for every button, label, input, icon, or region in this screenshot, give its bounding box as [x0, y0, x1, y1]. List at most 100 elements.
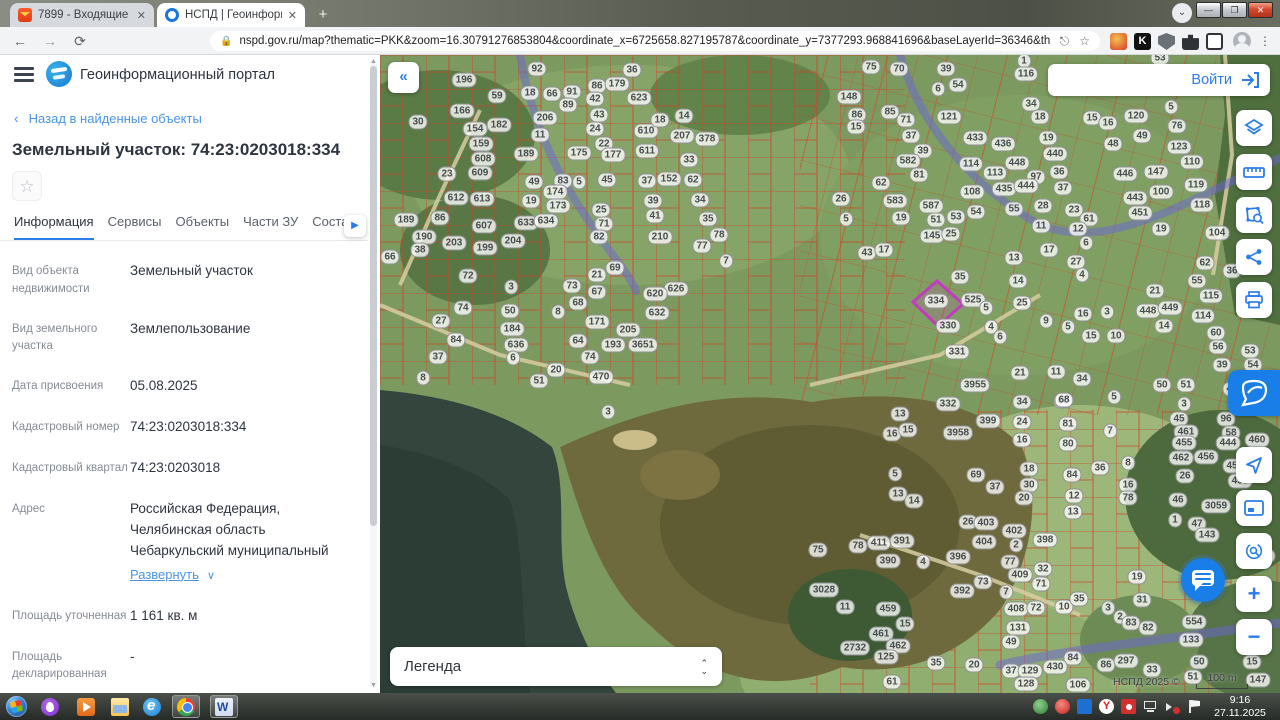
zoom-in-button[interactable]: + — [1236, 576, 1272, 612]
tab-информация[interactable]: Информация — [14, 214, 94, 240]
parcel-label[interactable]: 35 — [1069, 591, 1089, 607]
parcel-label[interactable]: 331 — [944, 344, 970, 360]
taskbar-clock[interactable]: 9:16 27.11.2025 — [1206, 694, 1274, 719]
parcel-label[interactable]: 6 — [506, 350, 520, 366]
parcel-label[interactable]: 152 — [656, 171, 682, 187]
parcel-label[interactable]: 634 — [533, 213, 559, 229]
scroll-down-icon[interactable]: ▼ — [370, 682, 377, 689]
window-close-button[interactable]: ✕ — [1248, 2, 1273, 18]
favorite-star-button[interactable]: ☆ — [12, 171, 42, 201]
parcel-label[interactable]: 19 — [1151, 221, 1171, 237]
parcel-label[interactable]: 74 — [580, 349, 600, 365]
parcel-label[interactable]: 2 — [1009, 537, 1023, 553]
parcel-label[interactable]: 433 — [962, 130, 988, 146]
parcel-label[interactable]: 19 — [891, 210, 911, 226]
parcel-label[interactable]: 166 — [449, 103, 475, 119]
parcel-label[interactable]: 13 — [1063, 504, 1083, 520]
parcel-label[interactable]: 5 — [1061, 319, 1075, 335]
tray-icon-network[interactable] — [1143, 699, 1158, 714]
parcel-label[interactable]: 7 — [1103, 423, 1117, 439]
parcel-label[interactable]: 9 — [1039, 313, 1053, 329]
parcel-label[interactable]: 82 — [1138, 620, 1158, 636]
parcel-label[interactable]: 55 — [1004, 201, 1024, 217]
share-icon[interactable]: ⎋ — [1060, 34, 1070, 49]
parcel-label[interactable]: 113 — [982, 165, 1008, 181]
parcel-label[interactable]: 73 — [973, 574, 993, 590]
parcel-label[interactable]: 4 — [1075, 267, 1089, 283]
parcel-label[interactable]: 110 — [1179, 154, 1205, 170]
parcel-label[interactable]: 33 — [679, 152, 699, 168]
parcel-label[interactable]: 583 — [882, 193, 908, 209]
parcel-label[interactable]: 62 — [1195, 255, 1215, 271]
parcel-label[interactable]: 451 — [1127, 205, 1153, 221]
parcel-label[interactable]: 456 — [1193, 449, 1219, 465]
parcel-label[interactable]: 205 — [615, 322, 641, 338]
parcel-label[interactable]: 4 — [916, 554, 930, 570]
parcel-label[interactable]: 19 — [1127, 569, 1147, 585]
parcel-label[interactable]: 74 — [453, 300, 473, 316]
parcel-label[interactable]: 18 — [1019, 461, 1039, 477]
hamburger-menu-icon[interactable] — [14, 67, 34, 83]
parcel-label[interactable]: 173 — [545, 198, 571, 214]
parcel-label[interactable]: 35 — [698, 211, 718, 227]
parcel-label[interactable]: 462 — [1168, 450, 1194, 466]
parcel-label[interactable]: 143 — [1194, 527, 1220, 543]
parcel-label[interactable]: 133 — [1178, 632, 1204, 648]
back-icon[interactable]: ← — [10, 31, 30, 51]
parcel-label[interactable]: 17 — [1039, 242, 1059, 258]
parcel-label[interactable]: 62 — [683, 172, 703, 188]
parcel-label[interactable]: 582 — [895, 153, 921, 169]
parcel-label[interactable]: 45 — [597, 172, 617, 188]
parcel-label[interactable]: 8 — [551, 304, 565, 320]
parcel-label[interactable]: 5 — [572, 174, 586, 190]
layers-button[interactable] — [1236, 110, 1272, 146]
parcel-label[interactable]: 68 — [568, 295, 588, 311]
parcel-label[interactable]: 50 — [1189, 654, 1209, 670]
parcel-label[interactable]: 49 — [1001, 634, 1021, 650]
parcel-label[interactable]: 104 — [1204, 225, 1230, 241]
area-search-button[interactable] — [1236, 197, 1272, 233]
parcel-label[interactable]: 399 — [975, 413, 1001, 429]
parcel-label[interactable]: 19 — [1038, 130, 1058, 146]
browser-tab-mail[interactable]: 7899 - Входящие — Яндекс Поч... ✕ — [10, 3, 154, 27]
parcel-label[interactable]: 460 — [1244, 432, 1270, 448]
parcel-label[interactable]: 21 — [587, 267, 607, 283]
parcel-label[interactable]: 25 — [591, 202, 611, 218]
parcel-label[interactable]: 121 — [936, 109, 962, 125]
parcel-label[interactable]: 147 — [1143, 164, 1169, 180]
parcel-label[interactable]: 55 — [1187, 273, 1207, 289]
parcel-label[interactable]: 210 — [647, 229, 673, 245]
parcel-label[interactable]: 66 — [380, 249, 400, 265]
parcel-label[interactable]: 21 — [1010, 365, 1030, 381]
parcel-label[interactable]: 330 — [935, 318, 961, 334]
parcel-label[interactable]: 440 — [1042, 146, 1068, 162]
parcel-label[interactable]: 3958 — [942, 425, 974, 441]
parcel-label[interactable]: 12 — [1064, 488, 1084, 504]
reload-icon[interactable]: ⟳ — [70, 31, 90, 51]
parcel-label[interactable]: 193 — [600, 337, 626, 353]
parcel-label[interactable]: 43 — [589, 107, 609, 123]
parcel-label[interactable]: 554 — [1181, 614, 1207, 630]
tab-close-icon[interactable]: ✕ — [288, 9, 297, 22]
parcel-label[interactable]: 446 — [1112, 166, 1138, 182]
parcel-label[interactable]: 27 — [431, 313, 451, 329]
parcel-label[interactable]: 378 — [694, 131, 720, 147]
parcel-label[interactable]: 56 — [1208, 339, 1228, 355]
parcel-label[interactable]: 61 — [882, 674, 902, 690]
scrollbar-thumb[interactable] — [370, 66, 377, 526]
parcel-label[interactable]: 154 — [462, 121, 488, 137]
parcel-label[interactable]: 32 — [1033, 561, 1053, 577]
parcel-label[interactable]: 68 — [1054, 392, 1074, 408]
parcel-label[interactable]: 81 — [909, 167, 929, 183]
parcel-label[interactable]: 53 — [1240, 343, 1260, 359]
parcel-label[interactable]: 189 — [393, 212, 419, 228]
parcel-label[interactable]: 51 — [529, 373, 549, 389]
parcel-label[interactable]: 16 — [1012, 432, 1032, 448]
parcel-label[interactable]: 448 — [1135, 303, 1161, 319]
parcel-label[interactable]: 5 — [1107, 389, 1121, 405]
parcel-label[interactable]: 84 — [446, 332, 466, 348]
parcel-label[interactable]: 123 — [1166, 139, 1192, 155]
parcel-label[interactable]: 171 — [584, 314, 610, 330]
parcel-label[interactable]: 409 — [1007, 567, 1033, 583]
parcel-label[interactable]: 17 — [874, 242, 894, 258]
